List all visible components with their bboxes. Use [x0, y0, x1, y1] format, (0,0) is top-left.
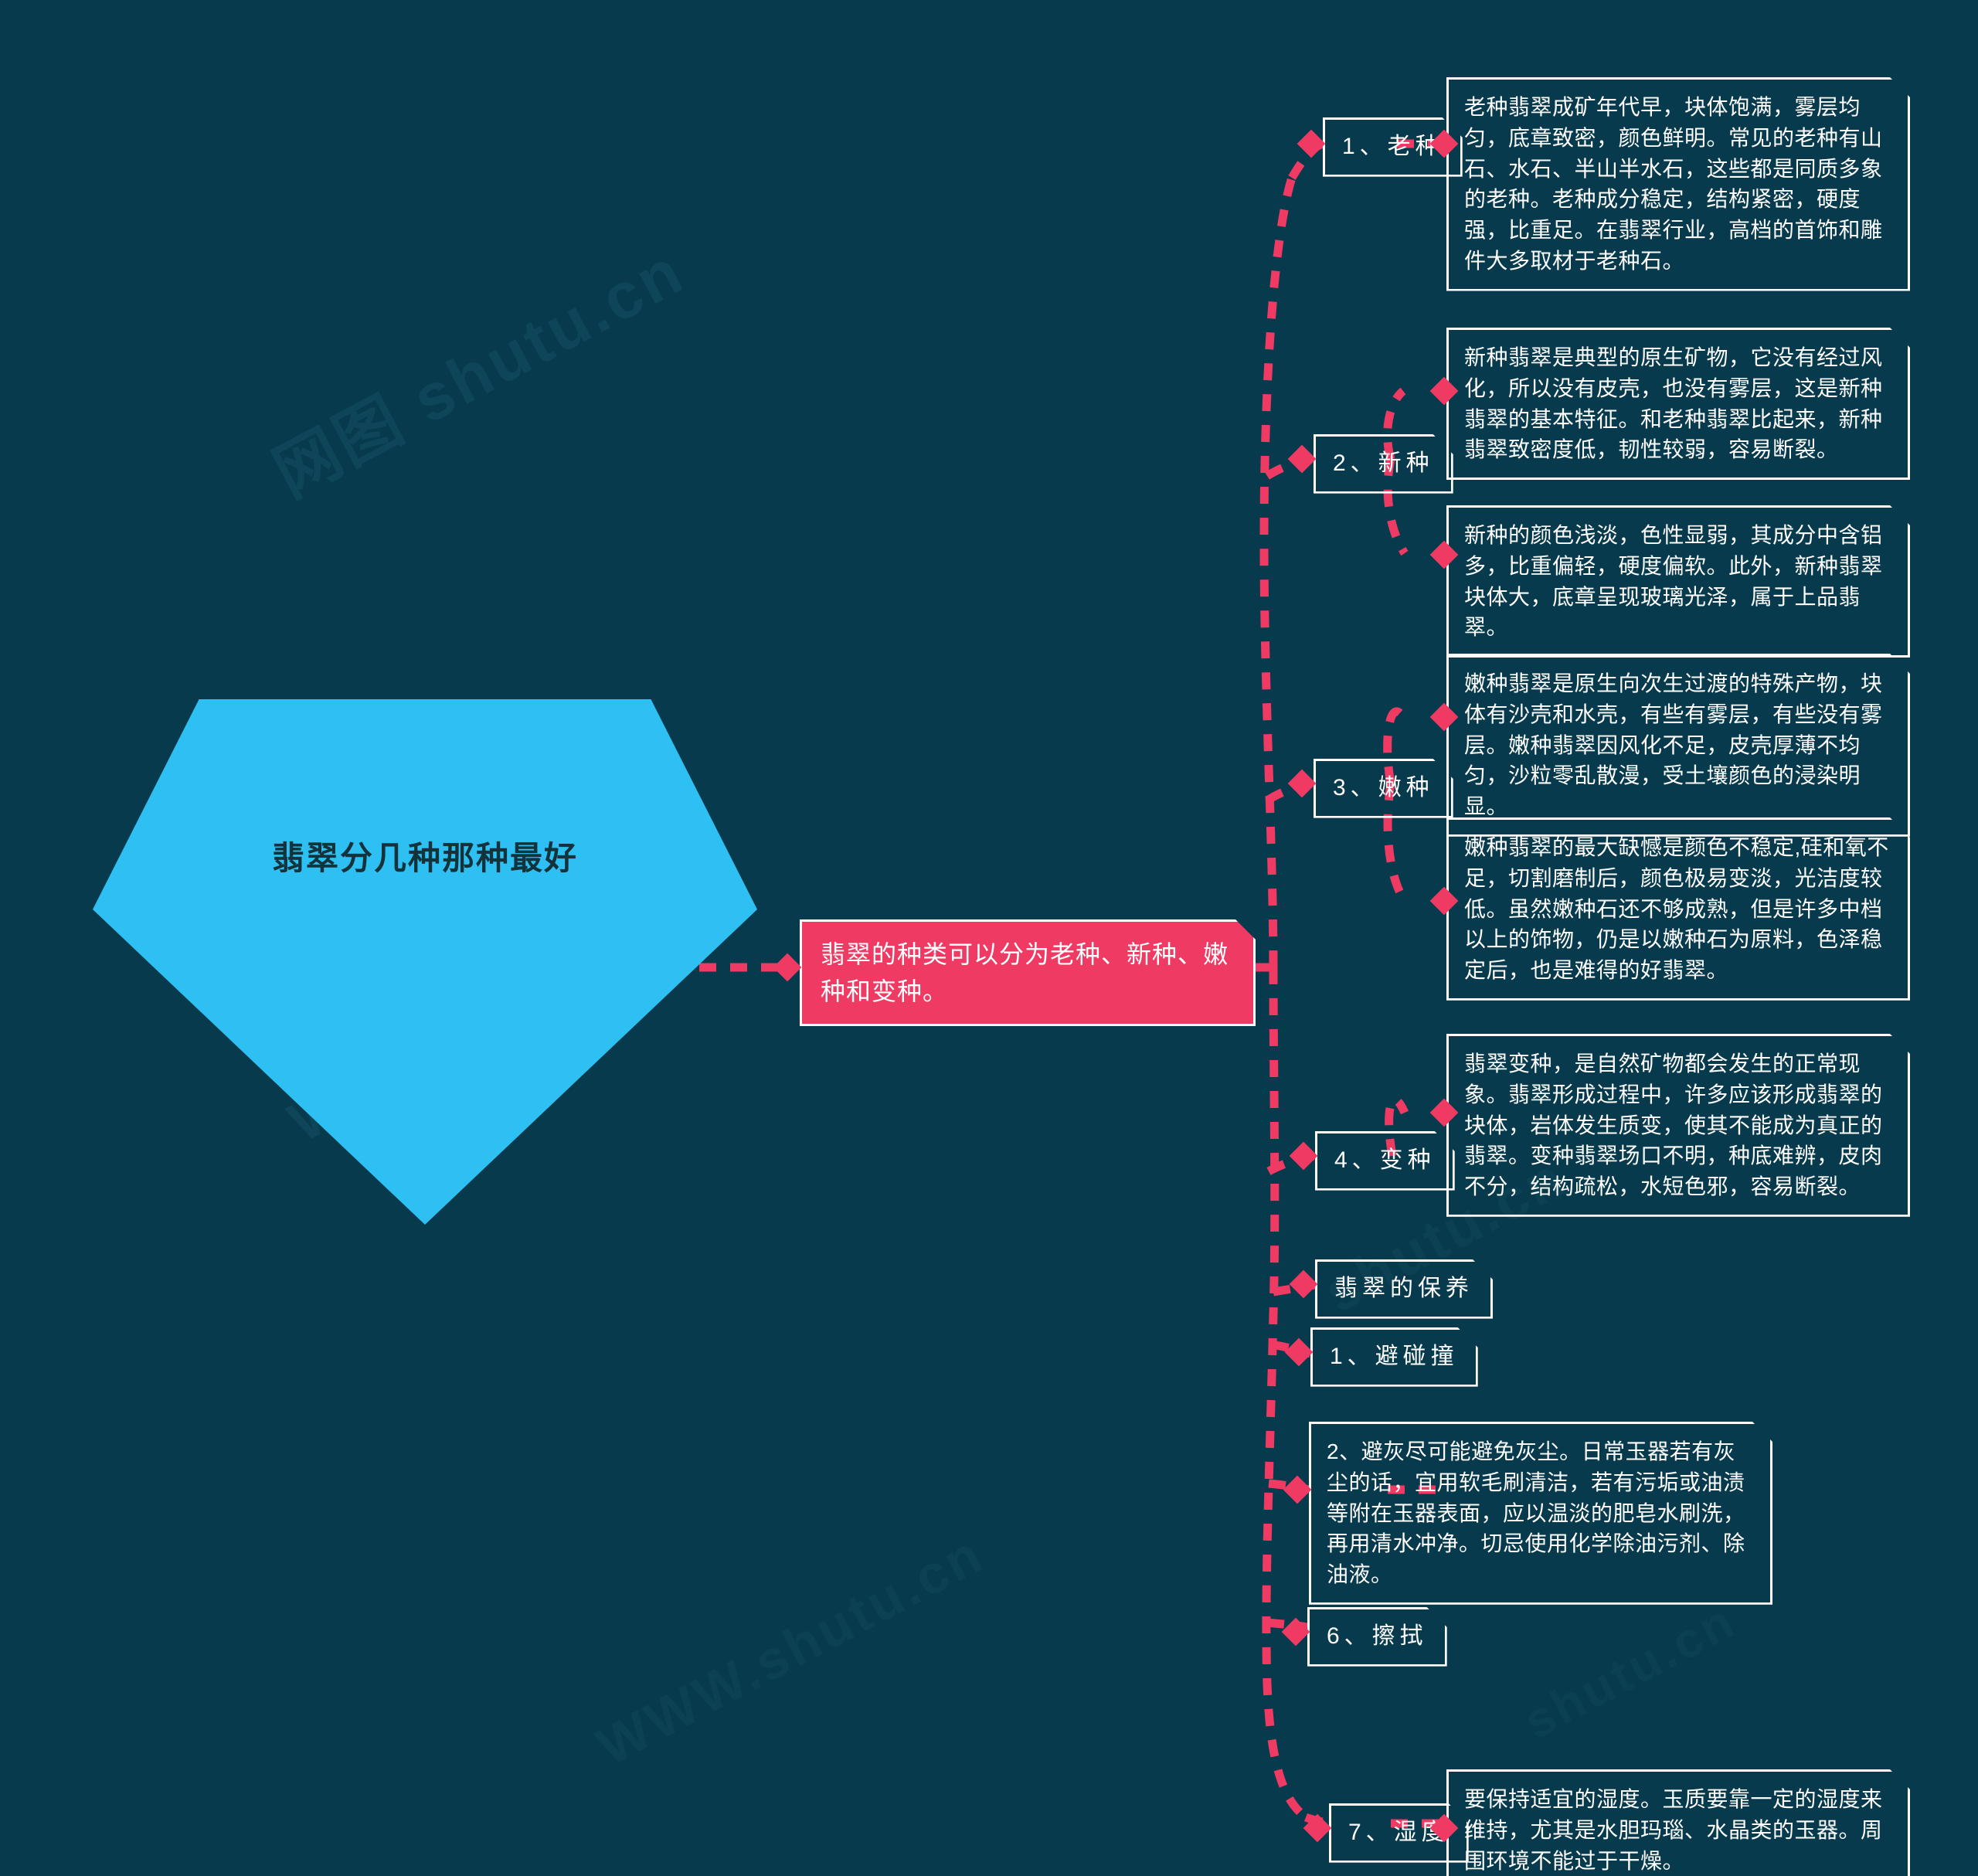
- branch-topic-label: 2、新种: [1333, 450, 1434, 476]
- branch-detail-text: 新种翡翠是典型的原生矿物，它没有经过风化，所以没有皮壳，也没有雾层，这是新种翡翠…: [1464, 345, 1883, 462]
- center-summary-text: 翡翠的种类可以分为老种、新种、嫩种和变种。: [821, 940, 1229, 1005]
- care-item-label: 1、避碰撞: [1330, 1344, 1459, 1369]
- bullet-diamond-laozhong: [1297, 129, 1326, 158]
- watermark: 网图 shutu.cn: [262, 233, 696, 511]
- care-item-cashi[interactable]: 6、擦拭: [1307, 1607, 1447, 1667]
- branch-detail-laozhong-1[interactable]: 老种翡翠成矿年代早，块体饱满，雾层均匀，底章致密，颜色鲜明。常见的老种有山石、水…: [1446, 77, 1910, 291]
- care-item-label: 2、避灰尽可能避免灰尘。日常玉器若有灰尘的话，宜用软毛刷清洁，若有污垢或油渍等附…: [1327, 1439, 1745, 1586]
- bullet-diamond-care-item: [1281, 1617, 1310, 1647]
- branch-topic-label: 1、老种: [1342, 134, 1443, 159]
- branch-topic-label: 4、变种: [1334, 1147, 1436, 1173]
- watermark: shutu.cn: [1514, 1592, 1745, 1750]
- branch-detail-nenzhong-2[interactable]: 嫩种翡翠的最大缺憾是颜色不稳定,硅和氧不足，切割磨制后，颜色极易变淡，光洁度较低…: [1446, 817, 1910, 1001]
- root-node[interactable]: 翡翠分几种那种最好: [93, 699, 757, 1225]
- bullet-diamond-center: [773, 953, 802, 982]
- care-section-title[interactable]: 翡翠的保养: [1315, 1259, 1493, 1319]
- bullet-diamond-bianzhong: [1289, 1141, 1318, 1171]
- bullet-diamond-care-item: [1283, 1475, 1312, 1504]
- care-item-bihui[interactable]: 2、避灰尽可能避免灰尘。日常玉器若有灰尘的话，宜用软毛刷清洁，若有污垢或油渍等附…: [1309, 1422, 1772, 1605]
- branch-detail-text: 老种翡翠成矿年代早，块体饱满，雾层均匀，底章致密，颜色鲜明。常见的老种有山石、水…: [1464, 95, 1883, 273]
- branch-topic-xinzhong[interactable]: 2、新种: [1314, 434, 1453, 494]
- branch-detail-text: 新种的颜色浅淡，色性显弱，其成分中含铝多，比重偏轻，硬度偏软。此外，新种翡翠块体…: [1464, 523, 1883, 640]
- page-title: 翡翠分几种那种最好: [271, 840, 578, 876]
- care-section-label: 翡翠的保养: [1334, 1276, 1473, 1301]
- branch-topic-bianzhong[interactable]: 4、变种: [1315, 1131, 1455, 1191]
- branch-detail-nenzhong-1[interactable]: 嫩种翡翠是原生向次生过渡的特殊产物，块体有沙壳和水壳，有些有雾层，有些没有雾层。…: [1446, 654, 1910, 837]
- spine-upper: [1259, 176, 1297, 968]
- branch-detail-text: 嫩种翡翠是原生向次生过渡的特殊产物，块体有沙壳和水壳，有些有雾层，有些没有雾层。…: [1464, 671, 1883, 818]
- branch-topic-label: 3、嫩种: [1333, 775, 1434, 800]
- bullet-diamond-xinzhong: [1287, 444, 1317, 474]
- bullet-diamond-nenzhong: [1287, 769, 1317, 798]
- bullet-diamond-care: [1289, 1269, 1318, 1299]
- center-summary-node[interactable]: 翡翠的种类可以分为老种、新种、嫩种和变种。: [800, 919, 1256, 1026]
- care-item-detail-text: 要保持适宜的湿度。玉质要靠一定的湿度来维持，尤其是水胆玛瑙、水晶类的玉器。周围环…: [1464, 1787, 1883, 1873]
- care-item-bipengzhuang[interactable]: 1、避碰撞: [1310, 1327, 1478, 1387]
- care-item-shidu-detail[interactable]: 要保持适宜的湿度。玉质要靠一定的湿度来维持，尤其是水胆玛瑙、水晶类的玉器。周围环…: [1446, 1769, 1910, 1876]
- branch-detail-xinzhong-2[interactable]: 新种的颜色浅淡，色性显弱，其成分中含铝多，比重偏轻，硬度偏软。此外，新种翡翠块体…: [1446, 505, 1910, 658]
- bullet-diamond-care-item: [1284, 1337, 1314, 1367]
- bullet-diamond-care-item: [1303, 1813, 1332, 1843]
- branch-detail-bianzhong-1[interactable]: 翡翠变种，是自然矿物都会发生的正常现象。翡翠形成过程中，许多应该形成翡翠的块体，…: [1446, 1034, 1910, 1217]
- branch-detail-xinzhong-1[interactable]: 新种翡翠是典型的原生矿物，它没有经过风化，所以没有皮壳，也没有雾层，这是新种翡翠…: [1446, 328, 1910, 480]
- branch-detail-text: 嫩种翡翠的最大缺憾是颜色不稳定,硅和氧不足，切割磨制后，颜色极易变淡，光洁度较低…: [1464, 835, 1889, 982]
- care-item-label: 6、擦拭: [1327, 1623, 1428, 1649]
- branch-detail-text: 翡翠变种，是自然矿物都会发生的正常现象。翡翠形成过程中，许多应该形成翡翠的块体，…: [1464, 1052, 1883, 1198]
- watermark: WWW.shutu.cn: [587, 1523, 994, 1777]
- mindmap-canvas: 网图 shutu.cn WWW.shutu.cn shutu.cn WWW.sh…: [0, 0, 1978, 1876]
- spine-lower: [1262, 967, 1309, 1821]
- branch-topic-nenzhong[interactable]: 3、嫩种: [1314, 759, 1453, 818]
